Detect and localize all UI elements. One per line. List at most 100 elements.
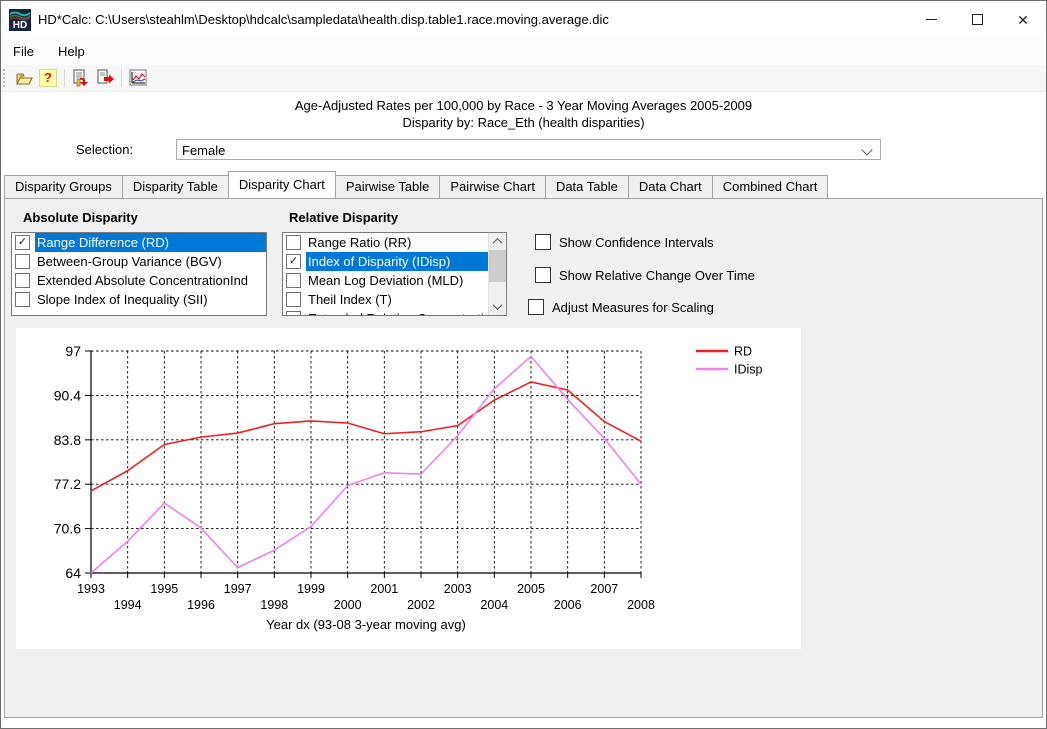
x-tick-label: 2004	[480, 598, 508, 612]
list-item[interactable]: Extended Absolute ConcentrationInd	[12, 271, 266, 290]
item-checkbox[interactable]	[286, 235, 301, 250]
relative-disparity-listbox[interactable]: Range Ratio (RR)✓Index of Disparity (IDi…	[282, 232, 507, 316]
list-item[interactable]: ✓Index of Disparity (IDisp)	[283, 252, 489, 271]
app-window: HD HD*Calc: C:\Users\steahlm\Desktop\hdc…	[0, 0, 1047, 729]
chart-button[interactable]	[127, 67, 149, 89]
y-tick-label: 77.2	[54, 476, 81, 492]
copy-table-icon	[72, 69, 90, 87]
chevron-down-icon	[861, 144, 872, 155]
scroll-up-button[interactable]	[489, 233, 506, 250]
chart-icon	[129, 69, 147, 87]
tab-disparity-chart[interactable]: Disparity Chart	[228, 171, 336, 198]
list-item[interactable]: ✓Range Difference (RD)	[12, 233, 266, 252]
x-tick-label: 1994	[114, 598, 142, 612]
item-checkbox[interactable]: ✓	[15, 235, 30, 250]
x-tick-label: 2008	[627, 598, 655, 612]
list-item[interactable]: Theil Index (T)	[283, 290, 489, 309]
y-tick-label: 83.8	[54, 432, 81, 448]
minimize-button[interactable]	[908, 1, 954, 38]
option-show-relative-change-over-time[interactable]: Show Relative Change Over Time	[535, 267, 755, 283]
x-tick-label: 2005	[517, 582, 545, 596]
item-checkbox[interactable]	[15, 254, 30, 269]
item-checkbox[interactable]	[286, 292, 301, 307]
item-label: Mean Log Deviation (MLD)	[306, 271, 489, 290]
option-label[interactable]: Show Confidence Intervals	[559, 235, 714, 250]
maximize-icon	[972, 14, 983, 25]
x-tick-label: 2001	[370, 582, 398, 596]
chevron-down-icon	[493, 300, 503, 310]
item-checkbox[interactable]	[286, 273, 301, 288]
tab-data-table[interactable]: Data Table	[545, 175, 629, 198]
selection-label: Selection:	[76, 142, 133, 157]
series-idisp	[91, 356, 641, 573]
tab-pairwise-chart[interactable]: Pairwise Chart	[439, 175, 546, 198]
copy-table-button[interactable]	[70, 67, 92, 89]
list-item[interactable]: Between-Group Variance (BGV)	[12, 252, 266, 271]
help-icon: ?	[39, 69, 57, 87]
scroll-down-button[interactable]	[489, 298, 506, 315]
x-axis-title: Year dx (93-08 3-year moving avg)	[266, 617, 466, 632]
y-tick-label: 90.4	[54, 387, 81, 403]
list-item[interactable]: Range Ratio (RR)	[283, 233, 489, 252]
x-tick-label: 1997	[224, 582, 252, 596]
export-button[interactable]	[94, 67, 116, 89]
tab-disparity-groups[interactable]: Disparity Groups	[4, 175, 123, 198]
relative-listbox-scrollbar[interactable]	[488, 233, 506, 315]
scrollbar-thumb[interactable]	[489, 250, 506, 282]
item-label: Extended Absolute ConcentrationInd	[35, 271, 266, 290]
x-tick-label: 2000	[334, 598, 362, 612]
toolbar-separator	[64, 69, 65, 87]
toolbar-separator	[121, 69, 122, 87]
option-label[interactable]: Show Relative Change Over Time	[559, 268, 755, 283]
title-bar: HD HD*Calc: C:\Users\steahlm\Desktop\hdc…	[1, 1, 1046, 38]
list-item[interactable]: Slope Index of Inequality (SII)	[12, 290, 266, 309]
absolute-disparity-listbox[interactable]: ✓Range Difference (RD)Between-Group Vari…	[11, 232, 267, 316]
tab-data-chart[interactable]: Data Chart	[628, 175, 713, 198]
option-adjust-measures-for-scaling[interactable]: Adjust Measures for Scaling	[528, 299, 714, 315]
selection-dropdown[interactable]: Female	[176, 139, 881, 160]
tab-pairwise-table[interactable]: Pairwise Table	[335, 175, 441, 198]
toolbar: ?	[1, 65, 1046, 92]
item-label: Theil Index (T)	[306, 290, 489, 309]
item-checkbox[interactable]: ✓	[286, 254, 301, 269]
help-button[interactable]: ?	[37, 67, 59, 89]
tab-disparity-table[interactable]: Disparity Table	[122, 175, 229, 198]
minimize-icon	[926, 19, 937, 20]
option-show-confidence-intervals[interactable]: Show Confidence Intervals	[535, 234, 714, 250]
tab-combined-chart[interactable]: Combined Chart	[712, 175, 829, 198]
chart-panel: 1993199419951996199719981999200020012002…	[16, 328, 801, 649]
list-item[interactable]: Extended Relative Concentration	[283, 309, 489, 316]
menu-bar: FileHelp	[1, 38, 1046, 65]
window-title: HD*Calc: C:\Users\steahlm\Desktop\hdcalc…	[38, 12, 609, 27]
x-tick-label: 1995	[150, 582, 178, 596]
menu-item-help[interactable]: Help	[46, 40, 97, 63]
selection-value: Female	[182, 143, 225, 158]
open-file-icon	[16, 70, 33, 87]
list-item[interactable]: Mean Log Deviation (MLD)	[283, 271, 489, 290]
maximize-button[interactable]	[954, 1, 1000, 38]
option-label[interactable]: Adjust Measures for Scaling	[552, 300, 714, 315]
option-checkbox[interactable]	[535, 267, 551, 283]
chevron-up-icon	[493, 238, 503, 248]
item-label: Between-Group Variance (BGV)	[35, 252, 266, 271]
y-tick-label: 97	[65, 343, 81, 359]
close-icon: ✕	[1017, 13, 1029, 27]
x-tick-label: 1998	[260, 598, 288, 612]
export-icon	[96, 69, 114, 87]
toolbar-grip	[3, 69, 8, 87]
x-tick-label: 2003	[444, 582, 472, 596]
x-tick-label: 1993	[77, 582, 105, 596]
disparity-chart-svg: 1993199419951996199719981999200020012002…	[16, 328, 801, 649]
x-tick-label: 2007	[590, 582, 618, 596]
close-button[interactable]: ✕	[1000, 1, 1046, 38]
menu-item-file[interactable]: File	[1, 40, 46, 63]
app-icon: HD	[9, 9, 31, 31]
open-file-button[interactable]	[13, 67, 35, 89]
option-checkbox[interactable]	[528, 299, 544, 315]
item-checkbox[interactable]	[286, 311, 301, 316]
item-checkbox[interactable]	[15, 273, 30, 288]
option-checkbox[interactable]	[535, 234, 551, 250]
item-label: Extended Relative Concentration	[306, 309, 489, 316]
legend-label-rd: RD	[734, 345, 752, 359]
item-checkbox[interactable]	[15, 292, 30, 307]
